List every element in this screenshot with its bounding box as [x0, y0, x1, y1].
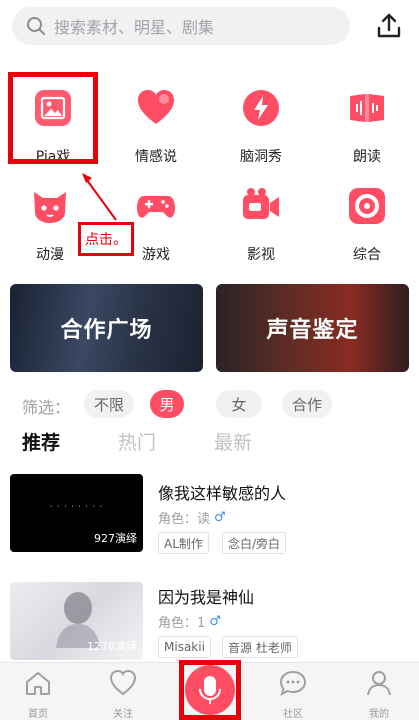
item-tag: AL制作	[158, 532, 209, 554]
tab-hot[interactable]: 热门	[118, 428, 156, 455]
category-reading[interactable]: 朗读	[326, 88, 406, 168]
item-title[interactable]: 像我这样敏感的人	[158, 480, 286, 504]
tab-latest[interactable]: 最新	[214, 428, 252, 455]
nav-follow[interactable]: 关注	[98, 669, 148, 720]
nav-community[interactable]: 社区	[268, 669, 318, 720]
filter-chip-cooperation[interactable]: 合作	[282, 390, 332, 418]
play-count: 1278演绎	[87, 640, 137, 653]
filter-chip-any[interactable]: 不限	[84, 390, 134, 418]
banner-cooperation[interactable]: 合作广场	[10, 284, 203, 372]
category-general[interactable]: 综合	[326, 186, 406, 266]
nav-label: 我的	[369, 709, 389, 720]
thumbnail-caption: · · · · · · · ·	[49, 502, 104, 511]
gamepad-icon	[137, 196, 175, 218]
share-icon[interactable]	[374, 11, 404, 41]
heart-icon	[138, 90, 174, 124]
search-icon	[27, 17, 45, 35]
category-label: 影视	[247, 247, 275, 263]
lightning-icon	[243, 90, 279, 126]
home-icon	[26, 672, 50, 695]
category-label: 综合	[353, 247, 381, 263]
category-label: 朗读	[353, 149, 381, 165]
search-placeholder: 搜索素材、明星、剧集	[54, 18, 215, 37]
cat-icon	[34, 192, 66, 223]
highlight-box	[8, 72, 98, 164]
item-tag: 音源 杜老师	[222, 636, 298, 658]
nav-label: 关注	[113, 709, 133, 720]
category-label: 脑洞秀	[240, 149, 282, 165]
arrow-icon	[82, 173, 117, 221]
category-brainstorm[interactable]: 脑洞秀	[220, 88, 300, 168]
banner-voice-appraisal[interactable]: 声音鉴定	[216, 284, 409, 372]
male-icon: ♂	[214, 510, 226, 525]
category-emotion[interactable]: 情感说	[115, 88, 195, 168]
play-count: 927演绎	[94, 532, 137, 545]
nav-profile[interactable]: 我的	[354, 669, 404, 720]
highlight-box	[179, 660, 241, 720]
banner-label: 声音鉴定	[266, 318, 359, 343]
search-input[interactable]: 搜索素材、明星、剧集	[12, 7, 350, 45]
category-film[interactable]: 影视	[220, 186, 300, 266]
item-title[interactable]: 因为我是神仙	[158, 584, 254, 608]
nav-label: 首页	[28, 709, 48, 720]
item-thumbnail[interactable]: 1278演绎	[10, 582, 143, 660]
item-role: 角色：1 ♂	[158, 614, 221, 631]
item-tag: 念白/旁白	[222, 532, 287, 554]
annotation-label: 点击。	[78, 222, 134, 256]
nav-home[interactable]: 首页	[13, 669, 63, 720]
item-role: 角色：读 ♂	[158, 510, 226, 527]
heart-outline-icon	[109, 669, 137, 696]
filter-chip-female[interactable]: 女	[216, 390, 262, 418]
male-icon: ♂	[209, 614, 221, 629]
tab-recommend[interactable]: 推荐	[22, 428, 60, 455]
nav-label: 社区	[283, 709, 303, 720]
category-anime[interactable]: 动漫	[9, 186, 89, 266]
profile-icon	[367, 671, 391, 696]
category-label: 情感说	[135, 149, 177, 165]
book-icon	[350, 94, 384, 122]
chat-icon	[279, 670, 307, 697]
filter-label: 筛选：	[22, 398, 71, 417]
search-row: 搜索素材、明星、剧集	[0, 0, 419, 54]
disc-icon	[349, 188, 385, 224]
item-thumbnail[interactable]: · · · · · · · · 927演绎	[10, 474, 143, 552]
filter-chip-male[interactable]: 男	[150, 390, 184, 418]
video-camera-icon	[243, 188, 279, 219]
item-tag: Misakii	[158, 636, 211, 658]
banner-label: 合作广场	[60, 318, 153, 343]
